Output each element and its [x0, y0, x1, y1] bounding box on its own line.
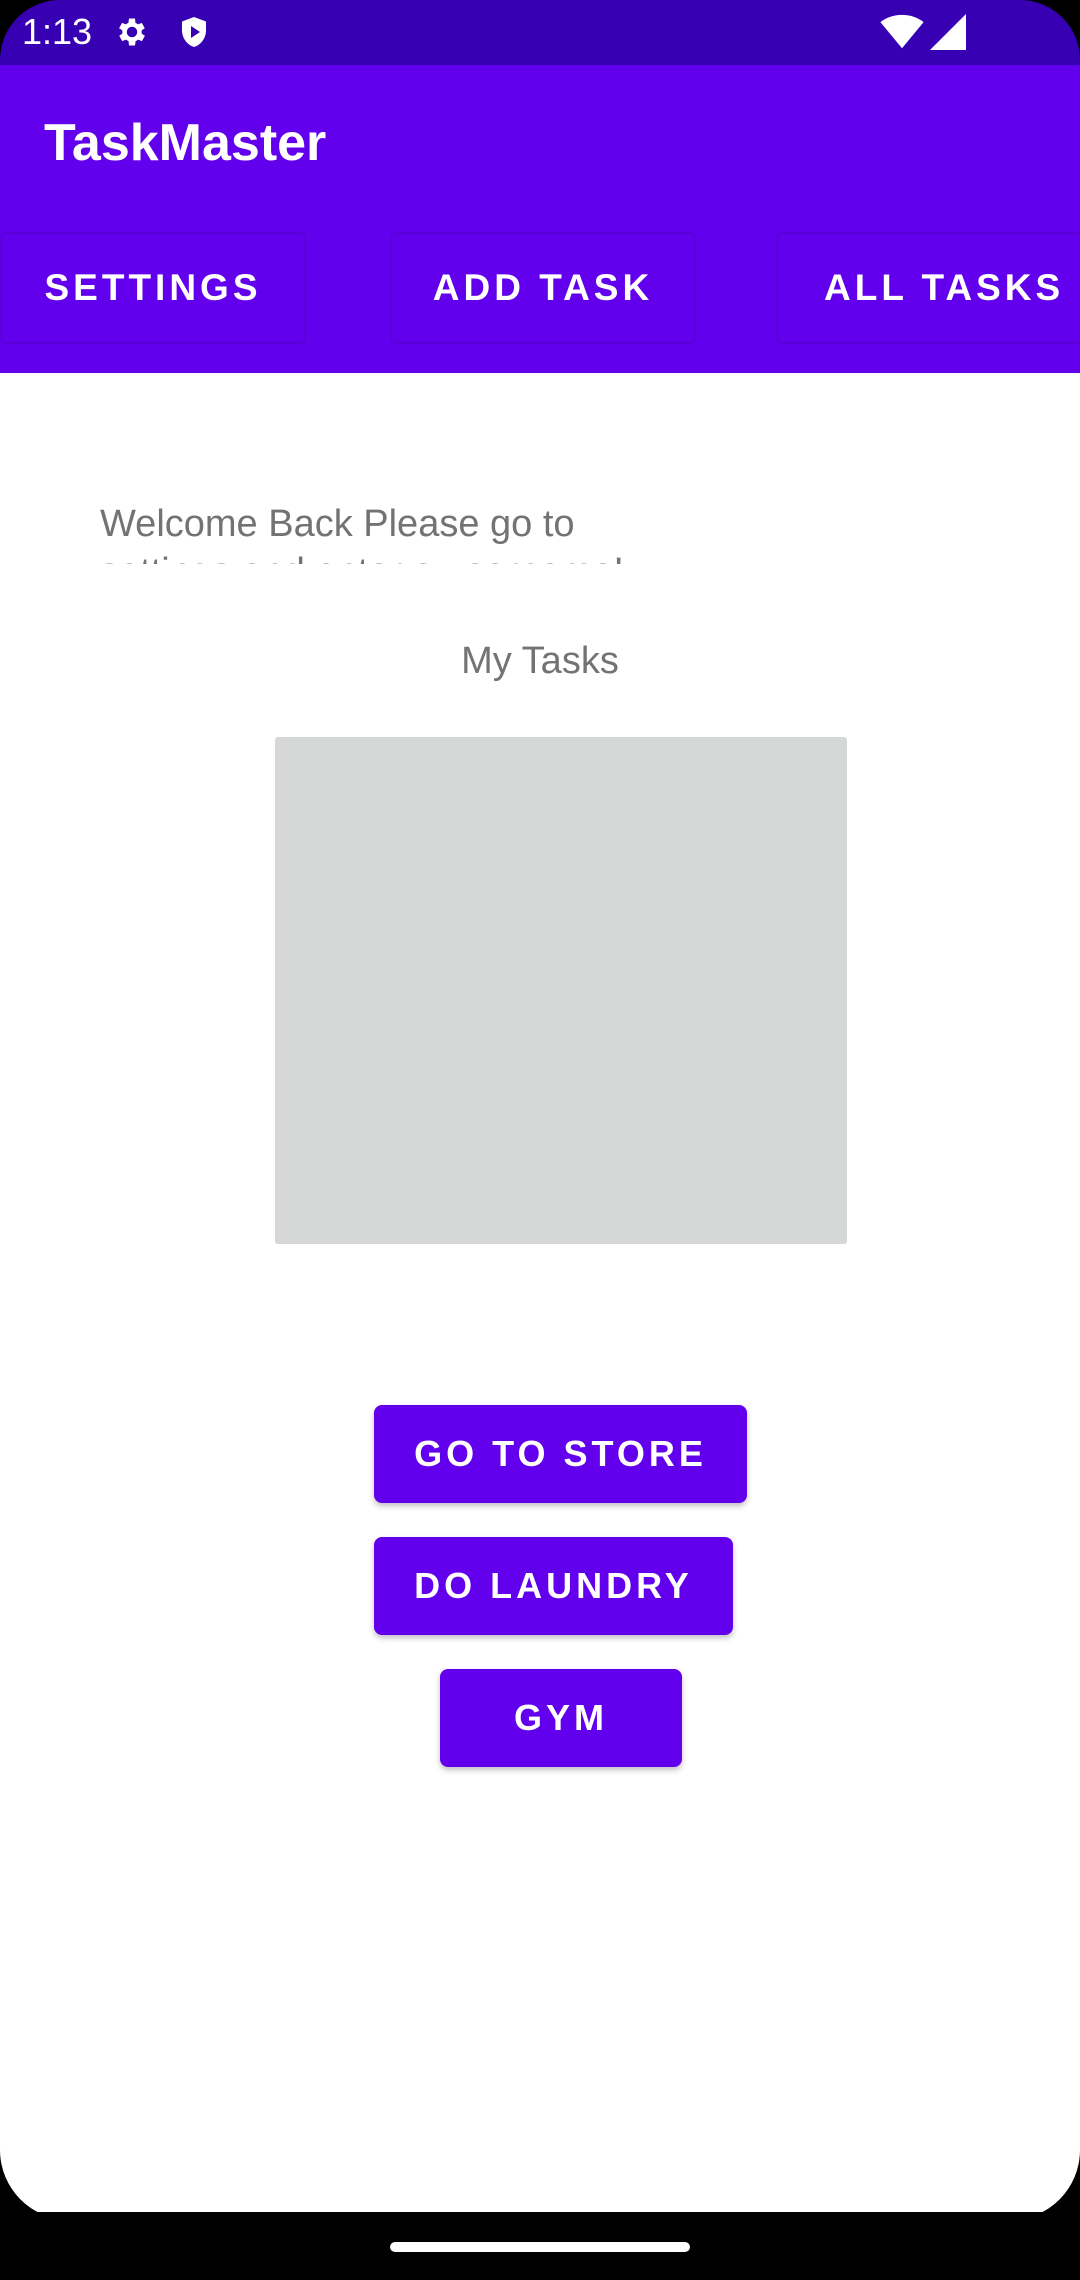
go-to-store-button[interactable]: GO TO STORE: [374, 1405, 747, 1503]
tab-add-task[interactable]: ADD TASK: [390, 232, 696, 344]
app-bar: TaskMaster: [0, 65, 1080, 220]
do-laundry-button[interactable]: DO LAUNDRY: [374, 1537, 733, 1635]
screen-corner-bottom-left: [0, 2150, 70, 2220]
tab-settings[interactable]: SETTINGS: [0, 232, 306, 344]
tab-all-tasks[interactable]: ALL TASKS: [776, 232, 1080, 344]
welcome-message: Welcome Back Please go to settings and e…: [100, 503, 624, 564]
cellular-signal-icon: [928, 14, 968, 50]
task-list[interactable]: [275, 737, 847, 1244]
gear-icon: [114, 14, 150, 50]
wifi-icon: [880, 14, 924, 50]
my-tasks-title: My Tasks: [461, 640, 619, 682]
app-title: TaskMaster: [44, 114, 327, 172]
screen-corner-bottom-right: [1010, 2150, 1080, 2220]
screen-corner-top-left: [0, 0, 60, 60]
tab-row: SETTINGS ADD TASK ALL TASKS: [0, 220, 1080, 373]
status-bar: 1:13: [0, 0, 1080, 65]
gesture-navigation-bar: [0, 2212, 1080, 2280]
home-gesture-handle[interactable]: [390, 2242, 690, 2252]
screen: 1:13 TaskMaster SETTINGS ADD TASK ALL TA…: [0, 0, 1080, 2280]
shield-play-icon: [176, 14, 212, 50]
gym-button[interactable]: GYM: [440, 1669, 682, 1767]
screen-corner-top-right: [1020, 0, 1080, 60]
